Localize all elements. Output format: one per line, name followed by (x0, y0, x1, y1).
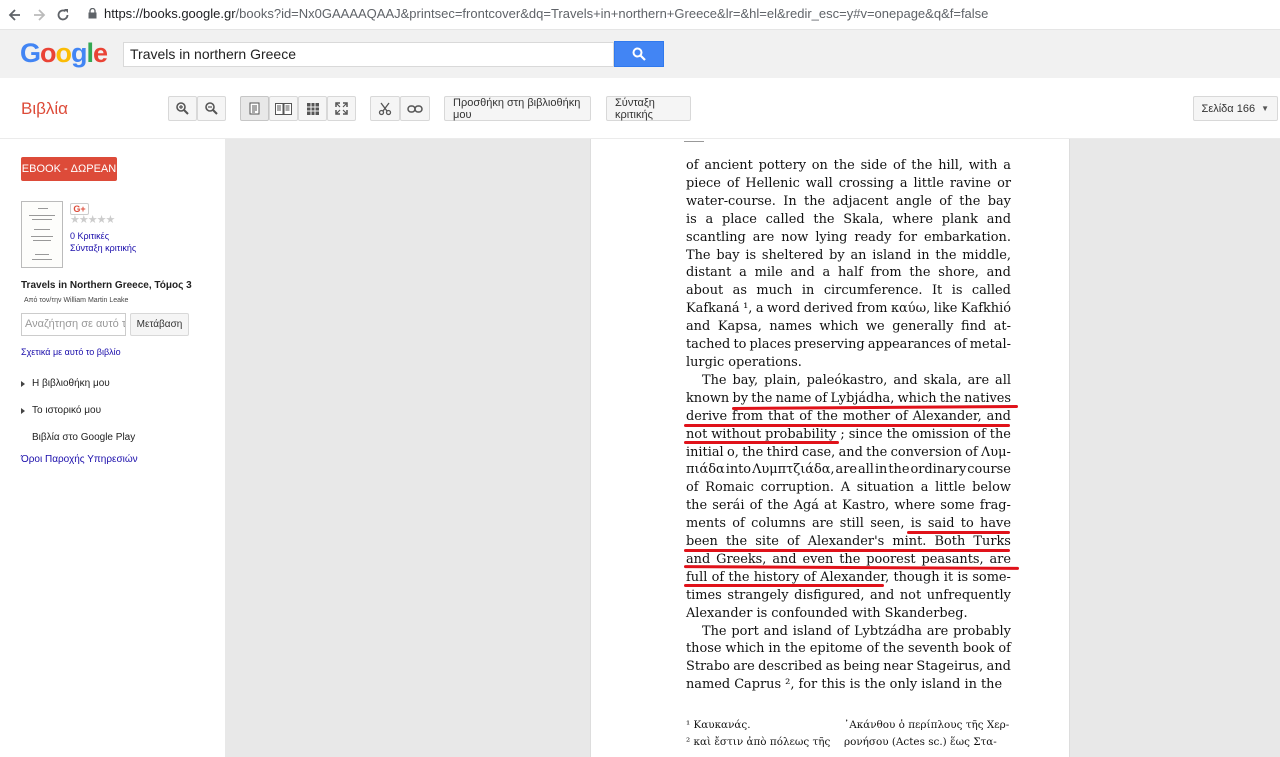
red-underline-annotation (684, 549, 1010, 552)
page-text-line: πιάδα into Λυμπτζιάδα, are all in the ordinary c… (686, 462, 1011, 478)
page-text-line: Strabo are described as being near Stageirus, a… (686, 659, 1011, 675)
browser-toolbar: https://books.google.gr/books?id=Nx0GAAA… (0, 0, 1280, 30)
logo-letter: o (40, 38, 56, 68)
reload-icon[interactable] (52, 4, 74, 26)
reviews-count-link[interactable]: 0 Κριτικές (70, 231, 109, 241)
logo-letter: o (55, 38, 72, 68)
page-text-line: initial o, the third case, and the conversion of… (686, 444, 1011, 460)
books-section-title[interactable]: Βιβλία (21, 99, 68, 119)
page-text-line: is a place called the Skala, where plank and (686, 211, 1011, 227)
zoom-in-icon (176, 102, 189, 115)
single-page-view-button[interactable] (240, 96, 269, 121)
single-page-icon (249, 102, 260, 115)
two-page-icon (275, 102, 292, 115)
my-library-label: Η βιβλιοθήκη μου (32, 378, 110, 389)
page-text-line: named Caprus ², for this is the only isl… (686, 677, 1003, 693)
link-button[interactable] (400, 96, 430, 121)
go-button[interactable]: Μετάβαση (130, 313, 189, 336)
footnote-row: ² καὶ ἔστιν ἀπὸ πόλεως τῆς ρονήσου (Actes… (686, 734, 1011, 751)
write-review-link[interactable]: Σύνταξη κριτικής (70, 243, 136, 253)
page-text-line: about as much in circumference. It is called (686, 283, 1011, 299)
lock-icon (88, 8, 97, 19)
page-text-line: Alexander is confounded with Skanderbeg. (686, 605, 968, 621)
grid-icon (306, 102, 319, 115)
fullscreen-icon (335, 102, 348, 115)
red-underline-annotation (684, 441, 839, 444)
footnotes: ¹ Καυκανάς. ᾿Ακάνθου ὁ περίπλους τῆς Χερ-… (686, 717, 1011, 751)
my-library-item[interactable]: Η βιβλιοθήκη μου (21, 378, 110, 389)
red-underline-annotation (907, 531, 1010, 534)
url-host: https://books.google.gr (104, 6, 236, 21)
my-history-label: Το ιστορικό μου (32, 405, 102, 416)
google-logo[interactable]: Google (20, 38, 108, 69)
search-button[interactable] (614, 41, 664, 67)
search-input[interactable]: Travels in northern Greece (123, 42, 614, 67)
page-text-line: scantling are now lying ready for embarkation. (686, 229, 1011, 245)
page-text-line: of Romaic corruption. Asituation a little belo… (686, 480, 1011, 496)
page-text-line: piece of Hellenic wall crossing a little ravine… (686, 175, 1011, 191)
address-bar[interactable]: https://books.google.gr/books?id=Nx0GAAA… (104, 6, 988, 21)
back-icon[interactable] (4, 4, 26, 26)
play-books-link[interactable]: Βιβλία στο Google Play (32, 432, 135, 443)
zoom-out-button[interactable] (197, 96, 226, 121)
write-review-button[interactable]: Σύνταξη κριτικής (606, 96, 691, 121)
about-book-link[interactable]: Σχετικά με αυτό το βιβλίο (21, 347, 121, 357)
page-text-line: the serái of the Agá at Kastro, where some frag- (686, 498, 1011, 514)
page-text-line: times strangely disfigured, and not unfrequen… (686, 587, 1011, 603)
search-in-book-input[interactable]: Αναζήτηση σε αυτό το βιβλίο (21, 313, 126, 336)
book-page[interactable]: of ancient pottery on the side of the hill, with a… (590, 139, 1070, 757)
thumbnail-view-button[interactable] (298, 96, 327, 121)
page-text-line: derive from that of the mother of Alexander, and (686, 408, 1011, 424)
red-underline-annotation (684, 584, 884, 587)
logo-letter: e (93, 38, 108, 68)
scan-artifact (684, 139, 704, 142)
page-text-line: water-course. In the adjacent angle of the bay (686, 193, 1011, 209)
page-text-line: and Kapsa, names which we generally find at- (686, 319, 1011, 335)
page-selector-label: Σελίδα 166 (1201, 102, 1256, 115)
page-text-line: The bay is sheltered by an island in the middle, (686, 247, 1011, 263)
forward-icon[interactable] (28, 4, 50, 26)
page-text-line: of ancient pottery on the side of the hill, with a (686, 158, 1011, 173)
page-text-line: The bay, plain, paleókastro, and skala, are all (702, 372, 1011, 388)
add-to-library-button[interactable]: Προσθήκη στη βιβλιοθήκη μου (444, 96, 591, 121)
rating-stars: ★★★★★ (70, 214, 115, 226)
my-history-item[interactable]: Το ιστορικό μου (21, 405, 101, 416)
page-selector[interactable]: Σελίδα 166 ▼ (1192, 96, 1278, 121)
scissors-icon (378, 102, 392, 115)
red-underline-annotation (684, 424, 1010, 427)
search-icon (632, 47, 646, 61)
page-text-line: those which in the epitome of the seventh book of (686, 641, 1011, 657)
chevron-down-icon: ▼ (1261, 104, 1269, 113)
terms-of-service-link[interactable]: Όροι Παροχής Υπηρεσιών (21, 454, 138, 465)
zoom-out-icon (205, 102, 218, 115)
book-author: Από τον/την William Martin Leake (24, 297, 129, 304)
logo-letter: G (20, 38, 41, 68)
page-text-line: distant a mile and a half from the shore, and (686, 265, 1011, 281)
expand-triangle-icon (21, 380, 25, 387)
link-icon (407, 104, 423, 113)
footnote-right: ᾿Ακάνθου ὁ περίπλους τῆς Χερ- (844, 719, 1010, 731)
two-page-view-button[interactable] (269, 96, 298, 121)
footnote-left: ¹ Καυκανάς. (686, 719, 751, 731)
page-text-line: The port and island of Lybtzádha are probably (702, 623, 1011, 639)
zoom-in-button[interactable] (168, 96, 197, 121)
page-text-line: lurgic operations. (686, 354, 802, 370)
url-path: /books?id=Nx0GAAAAQAAJ&printsec=frontcov… (235, 6, 989, 21)
footnote-right: ρονήσου (Actes sc.) ἕως Στα- (844, 736, 997, 748)
clip-button[interactable] (370, 96, 400, 121)
book-cover-thumbnail[interactable] (21, 201, 63, 268)
page-text-line: tached to places preserving appearances of met… (686, 337, 1011, 353)
expand-triangle-icon (21, 407, 25, 414)
book-title: Travels in Northern Greece, Τόμος 3 (21, 280, 192, 291)
ebook-free-button[interactable]: EBOOK - ΔΩΡΕΑΝ (21, 157, 117, 181)
footnote-row: ¹ Καυκανάς. ᾿Ακάνθου ὁ περίπλους τῆς Χερ- (686, 717, 1011, 734)
logo-letter: g (71, 38, 87, 68)
page-text-line: Kafkaná ¹, a word derived from καύω, like Kafkhi… (686, 301, 1011, 317)
fullscreen-button[interactable] (327, 96, 356, 121)
footnote-left: ² καὶ ἔστιν ἀπὸ πόλεως τῆς (686, 736, 831, 748)
